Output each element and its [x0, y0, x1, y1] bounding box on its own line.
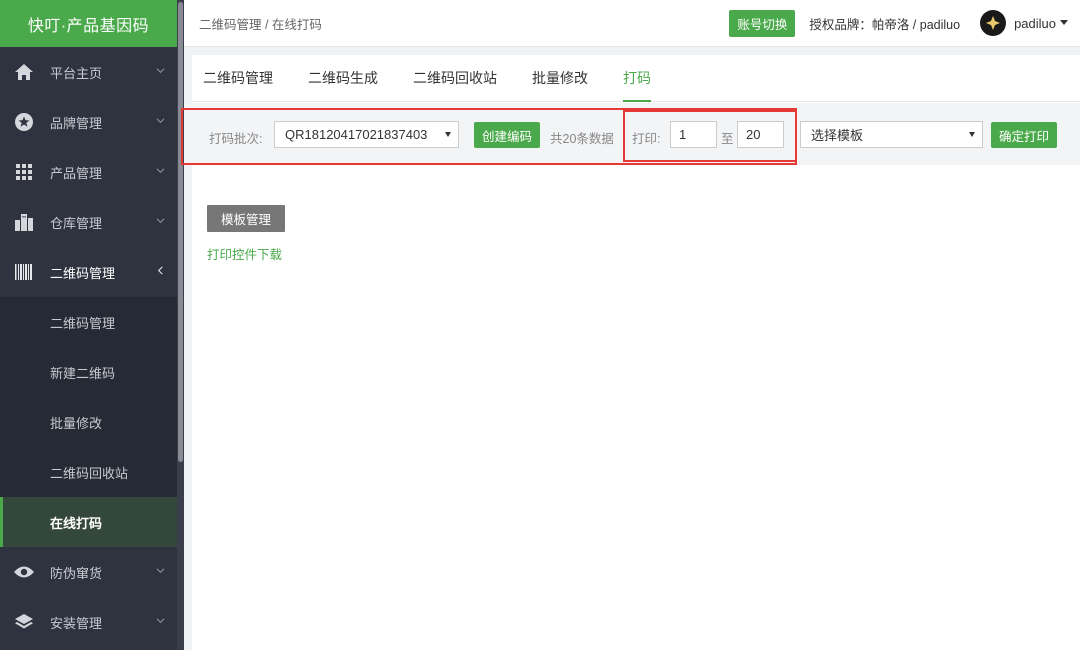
- sidebar-item-home[interactable]: 平台主页: [0, 47, 177, 97]
- sidebar-item-qrcode[interactable]: 二维码管理: [0, 247, 177, 297]
- template-select-value: 选择模板: [811, 128, 864, 143]
- eye-icon: [14, 562, 34, 582]
- brand-info: 授权品牌：帕帝洛 / padiluo: [809, 17, 961, 32]
- tab-bar: 二维码管理 二维码生成 二维码回收站 批量修改 打码: [192, 55, 1080, 102]
- sidebar-item-anticounterfeit[interactable]: 防伪窜货: [0, 547, 177, 597]
- template-select[interactable]: 选择模板: [800, 121, 983, 148]
- top-header: 二维码管理 / 在线打码 账号切换 授权品牌：帕帝洛 / padiluo pad…: [184, 0, 1080, 47]
- sidebar-subitem-recycle[interactable]: 二维码回收站: [0, 447, 177, 497]
- sidebar-item-warehouse[interactable]: 仓库管理: [0, 197, 177, 247]
- template-manage-button[interactable]: 模板管理: [207, 205, 285, 232]
- sidebar-item-label: 二维码管理: [50, 265, 116, 281]
- username: padiluo: [1014, 15, 1056, 31]
- tab-print[interactable]: 打码: [623, 55, 668, 102]
- sidebar-item-install[interactable]: 安装管理: [0, 597, 177, 647]
- tab-qr-generate[interactable]: 二维码生成: [308, 55, 395, 101]
- chevron-down-icon: [156, 218, 165, 224]
- caret-down-icon: [1060, 20, 1068, 25]
- sidebar-scrollbar[interactable]: [177, 0, 184, 650]
- chevron-down-icon: [156, 618, 165, 624]
- sidebar-item-product[interactable]: 产品管理: [0, 147, 177, 197]
- chevron-down-icon: [156, 68, 165, 74]
- caret-down-icon: [969, 132, 975, 137]
- print-plugin-download-link[interactable]: 打印控件下载: [207, 244, 282, 263]
- grid-icon: [14, 162, 34, 182]
- sidebar-subitem-new-qr[interactable]: 新建二维码: [0, 347, 177, 397]
- avatar[interactable]: [980, 10, 1007, 36]
- tab-qr-manage[interactable]: 二维码管理: [203, 55, 290, 101]
- app-logo[interactable]: 快叮·产品基因码: [0, 0, 177, 47]
- home-icon: [14, 62, 34, 82]
- sidebar-subitem-online-print[interactable]: 在线打码: [0, 497, 177, 547]
- chevron-down-icon: [156, 568, 165, 574]
- sidebar-item-label: 防伪窜货: [50, 565, 103, 581]
- sidebar-item-label: 品牌管理: [50, 115, 103, 131]
- chevron-left-icon: [157, 266, 163, 275]
- sidebar-subitem-qr-manage[interactable]: 二维码管理: [0, 297, 177, 347]
- sidebar-subitem-batch-edit[interactable]: 批量修改: [0, 397, 177, 447]
- star-icon: [14, 112, 34, 132]
- layers-icon: [14, 612, 34, 632]
- sidebar: 快叮·产品基因码 平台主页 品牌管理 产品管理 仓库管理 二维码管理 二维码管理…: [0, 0, 177, 650]
- brand-logo-icon: [986, 16, 1001, 30]
- user-menu[interactable]: padiluo: [1014, 16, 1068, 31]
- scrollbar-thumb[interactable]: [178, 2, 183, 462]
- sidebar-item-label: 平台主页: [50, 65, 103, 81]
- sidebar-item-label: 产品管理: [50, 165, 103, 181]
- tab-qr-recycle[interactable]: 二维码回收站: [413, 55, 514, 101]
- tab-batch-edit[interactable]: 批量修改: [532, 55, 605, 101]
- sidebar-item-label: 安装管理: [50, 615, 103, 631]
- highlight-box-print-range: [623, 110, 797, 162]
- qrcode-icon: [14, 262, 34, 282]
- breadcrumb: 二维码管理 / 在线打码: [199, 17, 322, 32]
- confirm-print-button[interactable]: 确定打印: [991, 122, 1058, 148]
- sidebar-item-label: 仓库管理: [50, 215, 103, 231]
- chevron-down-icon: [156, 118, 165, 124]
- chevron-down-icon: [156, 168, 165, 174]
- building-icon: [14, 212, 34, 232]
- sidebar-item-brand[interactable]: 品牌管理: [0, 97, 177, 147]
- switch-account-button[interactable]: 账号切换: [729, 9, 796, 37]
